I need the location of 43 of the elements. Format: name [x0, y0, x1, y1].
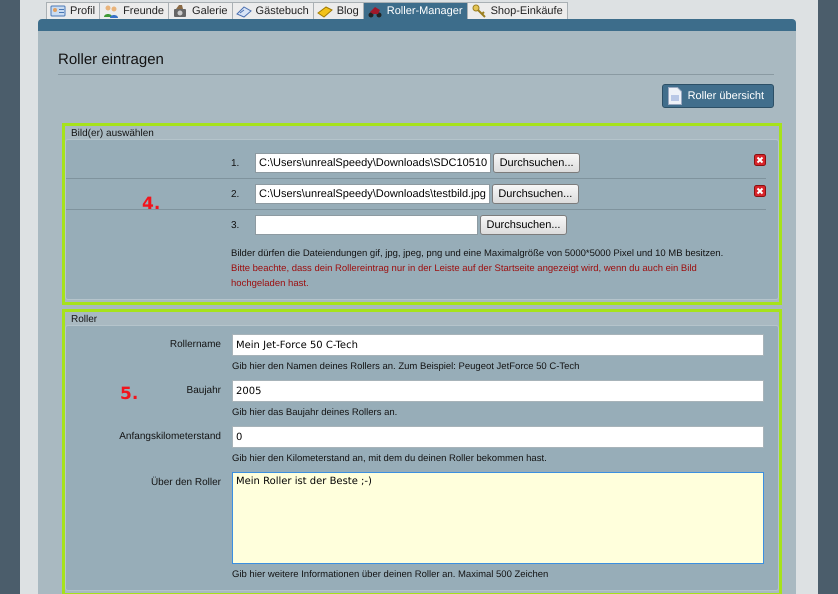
- nav-tab[interactable]: Roller-Manager: [362, 2, 468, 19]
- field-hint: Gib hier weitere Informationen über deinen Roller an. Maximal 500 Zeichen: [232, 569, 550, 580]
- browse-button[interactable]: Durchsuchen...: [493, 153, 580, 173]
- section-legend: Roller: [65, 312, 779, 325]
- delete-icon[interactable]: [754, 154, 766, 166]
- browse-button[interactable]: Durchsuchen...: [480, 215, 567, 235]
- section-legend: Bild(er) auswählen: [65, 126, 779, 139]
- keys-icon: [470, 3, 487, 19]
- field-label: Rollername: [170, 338, 221, 350]
- field-hint: Gib hier das Baujahr deines Rollers an.: [232, 407, 398, 418]
- file-rules-text: Bilder dürfen die Dateiendungen gif, jpg, jpeg, png und eine Maximalgröße von 5000*5000 Pixel und 10 MB besitzen.: [230, 247, 724, 261]
- field-hint: Gib hier den Kilometerstand an, mit dem du deinen Roller bekommen hast.: [232, 453, 548, 464]
- file-path-field[interactable]: C:\Users\unrealSpeedy\Downloads\testbild.jpg: [255, 184, 490, 204]
- row-number: 2.: [231, 188, 240, 200]
- step-number: 4.: [142, 194, 160, 214]
- browse-button[interactable]: Durchsuchen...: [492, 184, 579, 204]
- field-hint: Gib hier den Namen deines Rollers an. Zum Beispiel: Peugeot JetForce 50 C-Tech: [232, 361, 580, 372]
- file-path-field[interactable]: [255, 215, 478, 235]
- field-label: Über den Roller: [150, 476, 221, 488]
- overview-button[interactable]: Roller übersicht: [662, 84, 774, 108]
- field-label: Anfangskilometerstand: [119, 430, 221, 442]
- nav-tab[interactable]: Freunde: [99, 2, 170, 19]
- nav-tab[interactable]: Shop-Einkäufe: [466, 2, 568, 19]
- id-card-icon: [50, 3, 66, 19]
- document-icon: [668, 87, 682, 105]
- step-number: 5.: [120, 384, 138, 404]
- text-area[interactable]: Mein Roller ist der Beste ;-): [232, 472, 764, 564]
- nav-tab[interactable]: Profil: [46, 2, 100, 19]
- warning-text: Bitte beachte, dass dein Rollereintrag nur in der Leiste auf der Startseite angezeigt wird, wenn du auch ein Bild hochgeladen hast.: [230, 262, 698, 291]
- text-field[interactable]: 2005: [232, 380, 764, 402]
- row-number: 3.: [231, 220, 240, 230]
- nav-tab[interactable]: Gästebuch: [232, 2, 314, 19]
- nav-tab[interactable]: Galerie: [168, 2, 233, 19]
- text-field[interactable]: 0: [232, 426, 764, 448]
- file-path-field[interactable]: C:\Users\unrealSpeedy\Downloads\SDC10510: [255, 153, 492, 173]
- camera-icon: [172, 3, 188, 19]
- people-icon: [103, 3, 120, 19]
- delete-icon[interactable]: [754, 185, 766, 197]
- field-label: Baujahr: [186, 384, 221, 396]
- text-field[interactable]: Mein Jet-Force 50 C-Tech: [232, 334, 764, 356]
- nav-tab[interactable]: Blog: [312, 2, 364, 19]
- row-number: 1.: [231, 158, 240, 168]
- page-title: Roller eintragen: [58, 51, 774, 75]
